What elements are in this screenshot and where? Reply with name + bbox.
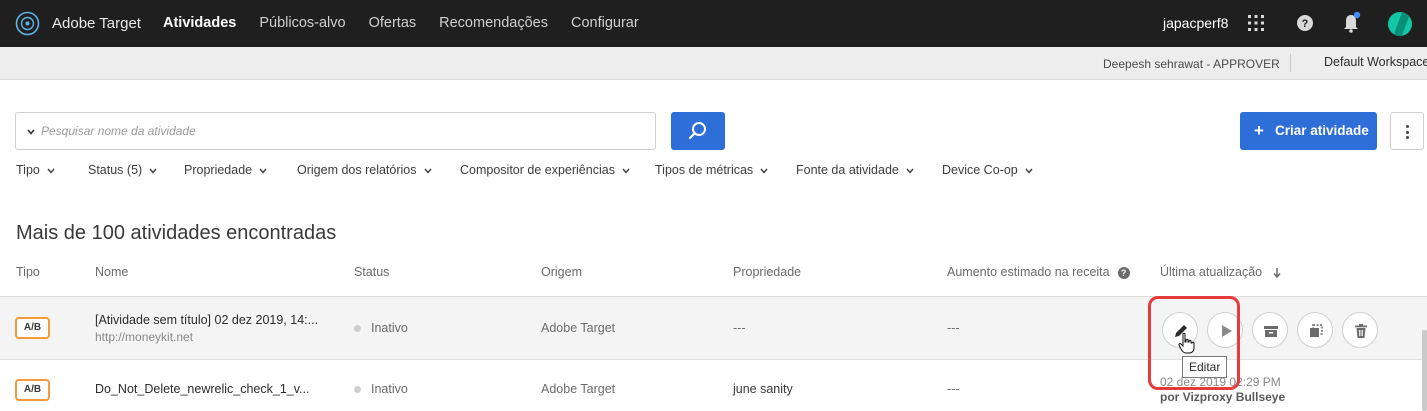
help-icon[interactable]: ?: [1296, 14, 1314, 32]
top-navigation-bar: Adobe Target Atividades Públicos-alvo Of…: [0, 0, 1427, 47]
create-activity-button[interactable]: + Criar atividade: [1240, 112, 1377, 150]
column-header-status[interactable]: Status: [354, 265, 389, 279]
column-header-lift[interactable]: Aumento estimado na receita?: [947, 265, 1130, 279]
more-vertical-icon: [1406, 125, 1409, 128]
adobe-target-logo-icon[interactable]: [15, 11, 40, 36]
svg-text:?: ?: [1302, 18, 1309, 30]
activity-name[interactable]: [Atividade sem título] 02 dez 2019, 14:.…: [95, 313, 318, 327]
chevron-down-icon[interactable]: [26, 127, 36, 137]
avatar[interactable]: [1388, 12, 1412, 36]
chevron-down-icon: [1025, 168, 1033, 174]
user-role: Deepesh sehrawat - APPROVER: [1103, 57, 1280, 71]
chevron-down-icon: [906, 168, 914, 174]
copy-button[interactable]: [1297, 312, 1333, 348]
nav-offers[interactable]: Ofertas: [369, 15, 417, 31]
search-box[interactable]: [15, 112, 656, 150]
results-count-title: Mais de 100 atividades encontradas: [16, 222, 337, 244]
main-nav: Atividades Públicos-alvo Ofertas Recomen…: [163, 15, 662, 31]
chevron-down-icon: [622, 168, 630, 174]
activity-origin: Adobe Target: [541, 321, 616, 335]
apps-grid-icon[interactable]: [1247, 14, 1265, 32]
edit-tooltip: Editar: [1182, 356, 1228, 378]
scrollbar[interactable]: [1422, 330, 1427, 411]
activity-lift: ---: [947, 382, 960, 396]
activity-url: http://moneykit.net: [95, 330, 194, 344]
status-dot: [354, 386, 361, 394]
activity-name[interactable]: Do_Not_Delete_newrelic_check_1_v...: [95, 382, 309, 396]
column-header-type[interactable]: Tipo: [16, 265, 40, 279]
activity-status: Inativo: [354, 382, 408, 396]
nav-activities[interactable]: Atividades: [163, 15, 236, 31]
search-icon: [688, 122, 706, 140]
search-input[interactable]: [41, 113, 651, 149]
nav-recommendations[interactable]: Recomendações: [439, 15, 548, 31]
activity-status: Inativo: [354, 321, 408, 335]
delete-button[interactable]: [1342, 312, 1378, 348]
more-options-button[interactable]: [1390, 112, 1424, 150]
column-header-last-updated[interactable]: Última atualização: [1160, 265, 1282, 279]
filter-activity-source[interactable]: Fonte da atividade: [796, 163, 915, 177]
trash-icon: [1355, 324, 1367, 338]
filter-metric-types[interactable]: Tipos de métricas: [655, 163, 769, 177]
column-header-property[interactable]: Propriedade: [733, 265, 801, 279]
create-activity-label: Criar atividade: [1275, 123, 1369, 138]
sort-down-arrow-icon: [1273, 267, 1281, 278]
hand-cursor-icon: [1178, 332, 1195, 354]
filter-experience-composer[interactable]: Compositor de experiências: [460, 163, 631, 177]
divider: [1290, 54, 1291, 72]
chevron-down-icon: [149, 168, 157, 174]
activity-type-badge: A/B: [15, 317, 50, 339]
plus-icon: +: [1254, 121, 1264, 140]
nav-audiences[interactable]: Públicos-alvo: [259, 15, 345, 31]
activity-property: june sanity: [733, 382, 793, 396]
chevron-down-icon: [47, 168, 55, 174]
activity-origin: Adobe Target: [541, 382, 616, 396]
filter-type[interactable]: Tipo: [16, 163, 56, 177]
archive-icon: [1264, 326, 1278, 337]
column-header-origin[interactable]: Origem: [541, 265, 582, 279]
workspace-selector[interactable]: Default Workspace: [1324, 55, 1427, 69]
activity-type-badge: A/B: [15, 379, 50, 401]
column-header-name[interactable]: Nome: [95, 265, 128, 279]
user-name[interactable]: japacperf8: [1163, 15, 1228, 31]
chevron-down-icon: [760, 168, 768, 174]
last-updated-by: por Vizproxy Bullseye: [1160, 390, 1286, 404]
brand-name[interactable]: Adobe Target: [52, 15, 141, 32]
filter-report-source[interactable]: Origem dos relatórios: [297, 163, 433, 177]
archive-button[interactable]: [1252, 312, 1288, 348]
activity-lift: ---: [947, 321, 960, 335]
copy-icon: [1310, 324, 1323, 337]
chevron-down-icon: [259, 168, 267, 174]
filter-property[interactable]: Propriedade: [184, 163, 268, 177]
help-icon[interactable]: ?: [1117, 266, 1130, 279]
chevron-down-icon: [423, 168, 432, 174]
workspace-bar: Deepesh sehrawat - APPROVER Default Work…: [0, 47, 1427, 80]
bell-icon[interactable]: [1342, 11, 1362, 33]
filter-device-coop[interactable]: Device Co-op: [942, 163, 1034, 177]
search-button[interactable]: [671, 112, 725, 150]
status-dot: [354, 325, 361, 333]
filter-status[interactable]: Status (5): [88, 163, 158, 177]
nav-configure[interactable]: Configurar: [571, 15, 639, 31]
activity-property: ---: [733, 321, 746, 335]
